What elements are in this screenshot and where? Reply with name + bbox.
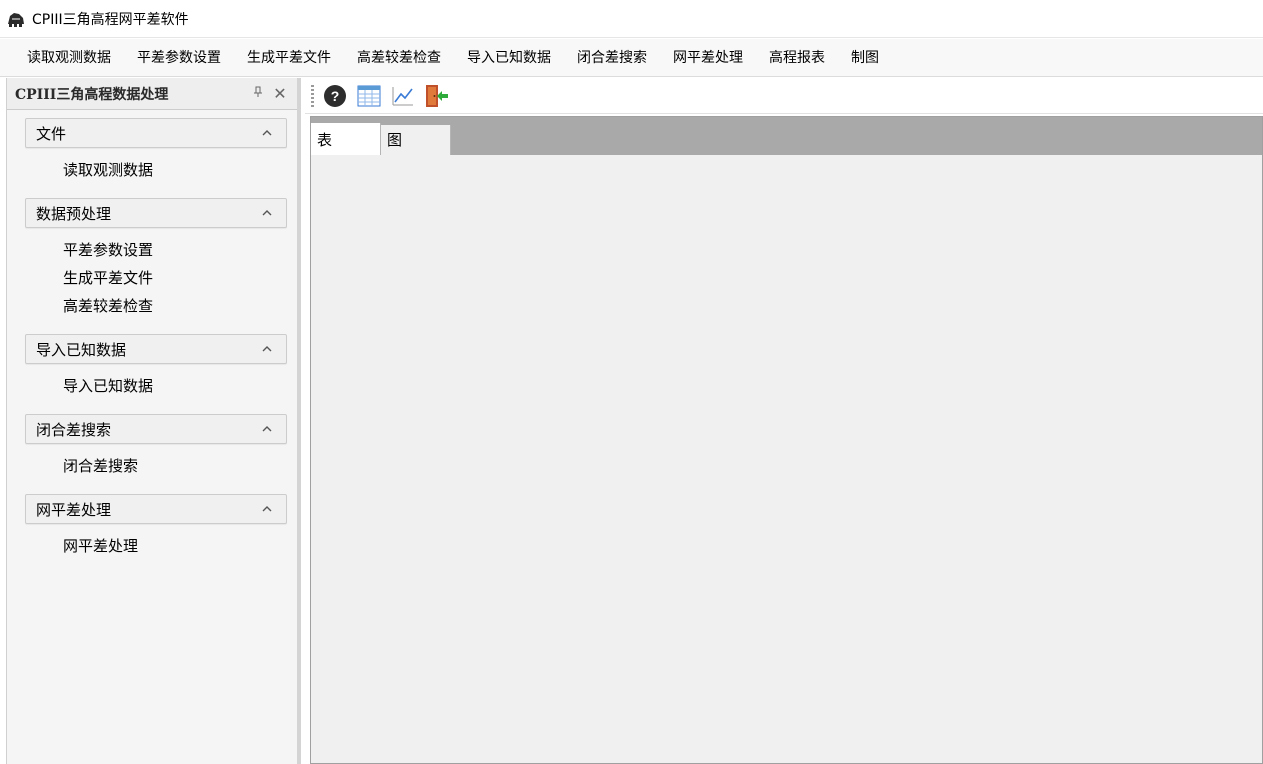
help-icon[interactable]: ?: [322, 83, 348, 109]
group-header-closure-search[interactable]: 闭合差搜索: [25, 414, 287, 444]
svg-text:?: ?: [331, 88, 340, 104]
group-label: 网平差处理: [36, 500, 112, 519]
menu-read-observation[interactable]: 读取观测数据: [14, 43, 124, 73]
menu-closure-search[interactable]: 闭合差搜索: [564, 43, 660, 73]
group-items-closure-search: 闭合差搜索: [7, 444, 297, 486]
group-header-preprocess[interactable]: 数据预处理: [25, 198, 287, 228]
group-items-network-adjust: 网平差处理: [7, 524, 297, 566]
group-label: 数据预处理: [36, 204, 112, 223]
chevron-up-icon: [262, 346, 272, 352]
menu-network-adjust[interactable]: 网平差处理: [660, 43, 756, 73]
main-content: 表 图: [310, 116, 1263, 764]
window-title: CPIII三角高程网平差软件: [32, 11, 189, 28]
panel-header: CPIII三角高程数据处理 ✕: [7, 78, 297, 110]
group-header-import-known[interactable]: 导入已知数据: [25, 334, 287, 364]
nav-item-read-observation[interactable]: 读取观测数据: [63, 156, 297, 184]
menu-height-diff-check[interactable]: 高差较差检查: [344, 43, 454, 73]
title-bar: CPIII三角高程网平差软件: [0, 0, 1263, 38]
panel-title: CPIII三角高程数据处理: [15, 86, 169, 103]
group-header-file[interactable]: 文件: [25, 118, 287, 148]
group-label: 导入已知数据: [36, 340, 127, 359]
exit-door-icon[interactable]: [424, 83, 450, 109]
group-header-network-adjust[interactable]: 网平差处理: [25, 494, 287, 524]
chevron-up-icon: [262, 426, 272, 432]
nav-item-generate-file[interactable]: 生成平差文件: [63, 264, 297, 292]
close-icon[interactable]: ✕: [269, 84, 291, 103]
group-items-preprocess: 平差参数设置 生成平差文件 高差较差检查: [7, 228, 297, 326]
toolbar: ?: [305, 78, 1263, 114]
app-logo-icon: [6, 10, 26, 28]
menu-draw[interactable]: 制图: [838, 43, 892, 73]
tab-table[interactable]: 表: [311, 123, 381, 155]
group-label: 闭合差搜索: [36, 420, 112, 439]
menu-height-report[interactable]: 高程报表: [756, 43, 838, 73]
toolbar-grip[interactable]: [311, 84, 314, 107]
menu-bar: 读取观测数据 平差参数设置 生成平差文件 高差较差检查 导入已知数据 闭合差搜索…: [0, 39, 1263, 77]
menu-import-known[interactable]: 导入已知数据: [454, 43, 564, 73]
group-items-import-known: 导入已知数据: [7, 364, 297, 406]
left-nav-panel: CPIII三角高程数据处理 ✕ 文件 读取观测数据 数据预处理 平差参数设置 生…: [6, 78, 301, 764]
chevron-up-icon: [262, 130, 272, 136]
nav-item-import-known[interactable]: 导入已知数据: [63, 372, 297, 400]
group-label: 文件: [36, 124, 67, 143]
tab-body: [311, 155, 1262, 763]
group-items-file: 读取观测数据: [7, 148, 297, 190]
nav-item-height-diff-check[interactable]: 高差较差检查: [63, 292, 297, 320]
menu-generate-file[interactable]: 生成平差文件: [234, 43, 344, 73]
table-icon[interactable]: [356, 83, 382, 109]
chevron-up-icon: [262, 210, 272, 216]
chevron-up-icon: [262, 506, 272, 512]
nav-item-closure-search[interactable]: 闭合差搜索: [63, 452, 297, 480]
nav-item-adjust-params[interactable]: 平差参数设置: [63, 236, 297, 264]
menu-adjust-params[interactable]: 平差参数设置: [124, 43, 234, 73]
chart-line-icon[interactable]: [390, 83, 416, 109]
nav-item-network-adjust[interactable]: 网平差处理: [63, 532, 297, 560]
pin-icon[interactable]: [247, 86, 269, 102]
tab-chart[interactable]: 图: [381, 125, 451, 155]
tab-strip: 表 图: [311, 117, 1262, 155]
